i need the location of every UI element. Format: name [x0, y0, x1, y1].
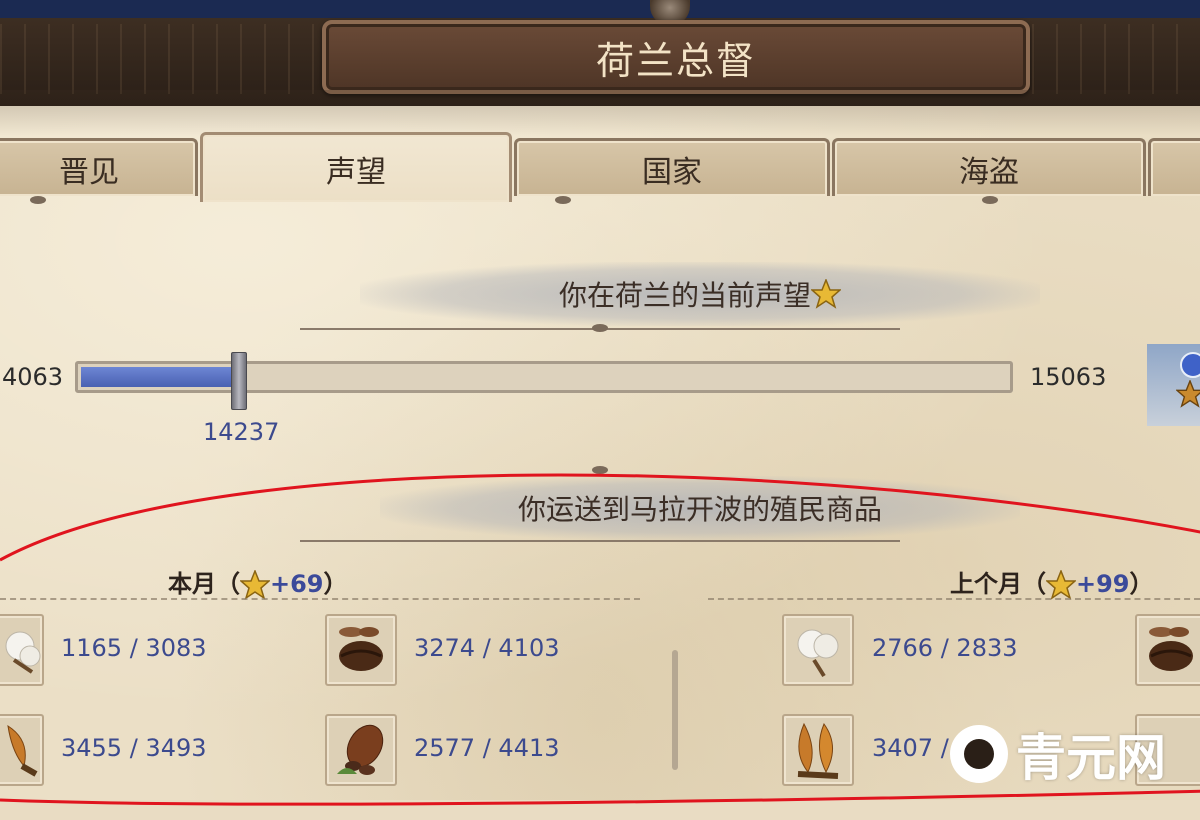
divider-ornament-center	[592, 466, 608, 474]
good-amount: 2577 / 4413	[414, 734, 560, 762]
tab-more[interactable]	[1148, 138, 1200, 196]
header-shadow	[0, 90, 1200, 136]
tab-label: 声望	[326, 154, 386, 190]
reputation-bar	[75, 361, 1013, 393]
cocoa-icon[interactable]	[325, 714, 397, 786]
reputation-header: 你在荷兰的当前声望	[360, 262, 1040, 326]
coffee-icon-graphic	[339, 627, 383, 671]
cotton-icon[interactable]	[0, 614, 44, 686]
tab-nations[interactable]: 国家	[514, 138, 830, 196]
tobacco-icon-graphic	[7, 724, 38, 777]
tobacco-icon[interactable]	[0, 714, 44, 786]
reputation-max: 15063	[1030, 363, 1107, 391]
tab-reputation[interactable]: 声望	[200, 132, 512, 202]
tobacco-icon-graphic	[797, 722, 839, 779]
rank-star-icon	[1176, 380, 1200, 408]
rank-badge-icon	[1180, 352, 1200, 378]
this-month-bonus: +69	[270, 570, 324, 598]
good-amount: 3455 / 3493	[61, 734, 207, 762]
last-month-bonus: +99	[1076, 570, 1130, 598]
this-month-divider	[0, 598, 640, 600]
good-amount: 2766 / 2833	[872, 634, 1018, 662]
star-icon	[1046, 570, 1076, 600]
tab-ornament	[555, 196, 571, 204]
window-title: 荷兰总督	[595, 38, 756, 83]
tab-ornament	[30, 196, 46, 204]
tobacco-icon[interactable]	[782, 714, 854, 786]
cotton-icon-graphic	[5, 631, 41, 674]
this-month-label: 本月（ +69）	[168, 570, 348, 600]
shipments-title: 你运送到马拉开波的殖民商品	[517, 493, 882, 526]
good-amount: 3274 / 4103	[414, 634, 560, 662]
good-amount: 1165 / 3083	[61, 634, 207, 662]
tab-label: 海盗	[959, 154, 1019, 190]
reputation-current: 14237	[203, 418, 280, 446]
star-icon	[811, 279, 841, 309]
coffee-icon[interactable]	[1135, 614, 1200, 686]
shipments-header: 你运送到马拉开波的殖民商品	[380, 476, 1020, 540]
cotton-icon-graphic	[797, 629, 839, 678]
watermark-logo-icon	[950, 725, 1008, 783]
reputation-bar-fill	[81, 367, 238, 387]
cotton-icon[interactable]	[782, 614, 854, 686]
star-icon	[240, 570, 270, 600]
tab-ornament	[982, 196, 998, 204]
reputation-title: 你在荷兰的当前声望	[558, 279, 811, 312]
divider-ornament	[300, 540, 900, 542]
tab-label: 晋见	[59, 154, 119, 190]
tab-audience[interactable]: 晋见	[0, 138, 198, 196]
coffee-icon[interactable]	[325, 614, 397, 686]
last-month-label: 上个月（ +99）	[950, 570, 1154, 600]
scrollbar[interactable]	[672, 650, 678, 770]
tab-pirates[interactable]: 海盗	[832, 138, 1146, 196]
reputation-marker	[231, 352, 247, 410]
divider-ornament-center	[592, 324, 608, 332]
coffee-icon-graphic	[1149, 627, 1193, 671]
tab-label: 国家	[642, 154, 702, 190]
last-month-divider	[708, 598, 1200, 600]
good-amount: 3407 /	[872, 734, 949, 762]
watermark-text: 青元网	[1016, 729, 1166, 787]
reputation-min: 4063	[2, 363, 64, 391]
watermark: 青元网	[950, 718, 1166, 790]
cocoa-icon-graphic	[337, 724, 384, 775]
